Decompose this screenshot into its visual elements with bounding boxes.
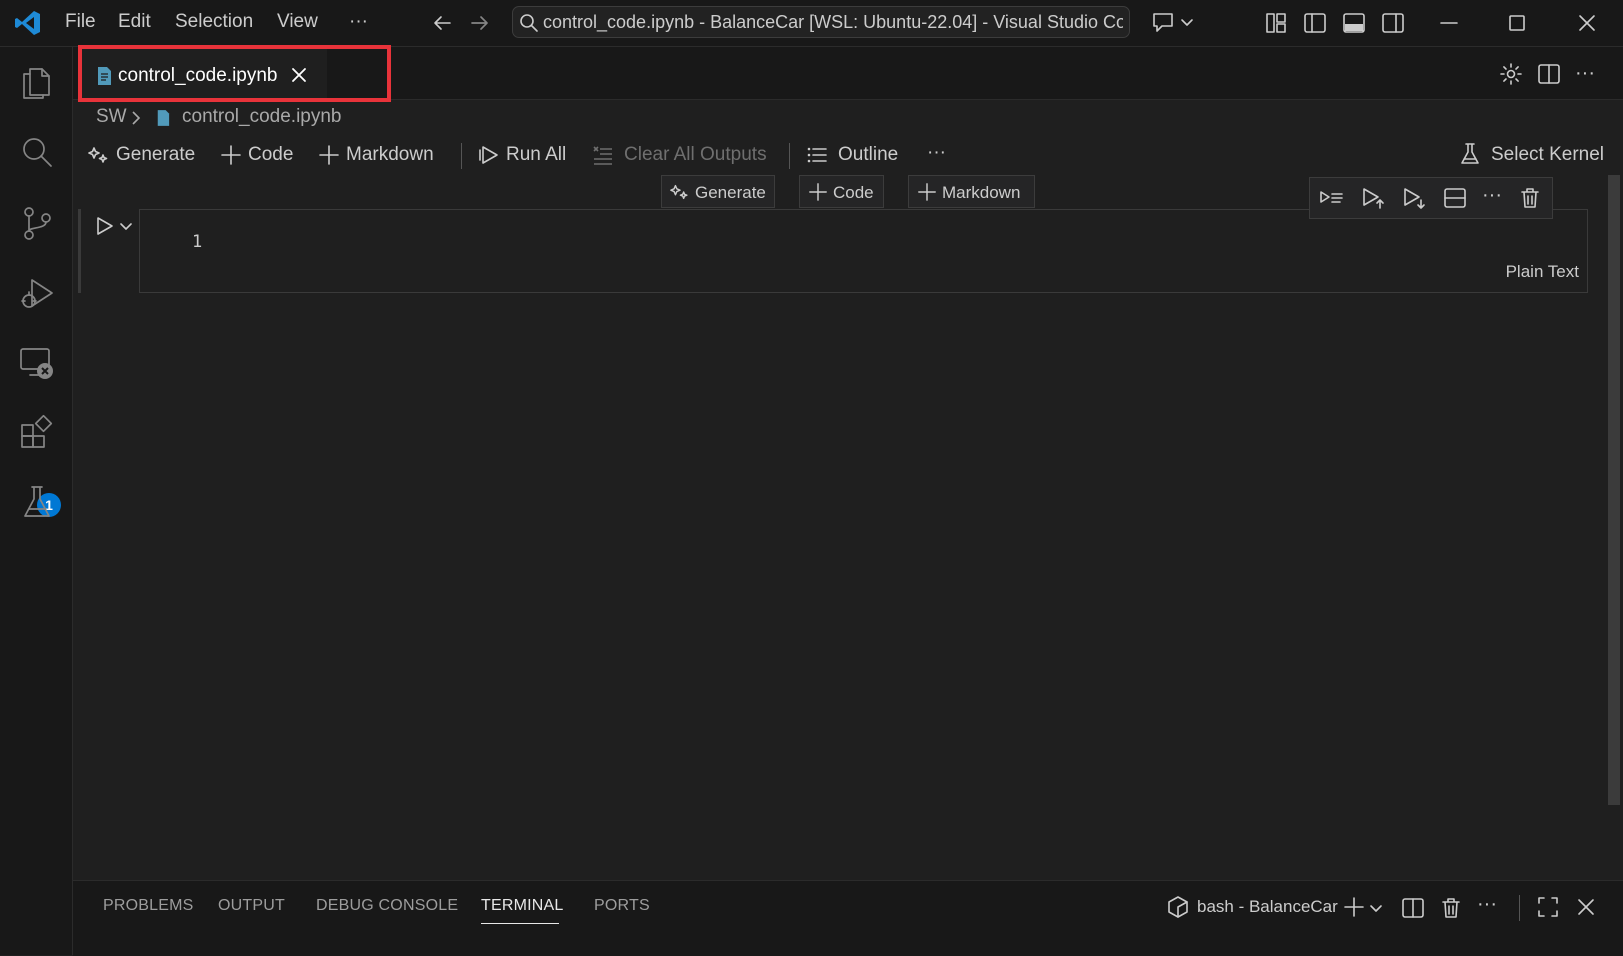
execute-below-icon[interactable] [1401, 186, 1427, 210]
cell-more-actions-icon[interactable]: ··· [1482, 184, 1502, 207]
plus-icon [809, 183, 827, 201]
toggle-secondary-sidebar-icon[interactable] [1381, 11, 1405, 35]
line-number: 1 [192, 232, 203, 252]
panel-more-actions-icon[interactable]: ··· [1477, 893, 1497, 916]
tab-problems[interactable]: PROBLEMS [103, 897, 194, 915]
insert-code-button[interactable]: Code [799, 175, 884, 208]
title-bar: File Edit Selection View ··· control_cod… [0, 0, 1623, 47]
maximize-icon[interactable] [1506, 12, 1528, 34]
split-cell-icon[interactable] [1442, 186, 1468, 210]
breadcrumb-file[interactable]: control_code.ipynb [182, 106, 342, 128]
insert-markdown-label: Markdown [942, 183, 1021, 202]
breadcrumb-folder[interactable]: SW [96, 106, 127, 128]
copilot-chat-icon[interactable] [1150, 10, 1198, 36]
remote-explorer-icon[interactable] [18, 345, 56, 383]
search-icon [519, 13, 539, 33]
bottom-panel: PROBLEMS OUTPUT DEBUG CONSOLE TERMINAL P… [73, 880, 1623, 956]
notebook-settings-gear-icon[interactable] [1499, 62, 1523, 86]
close-panel-icon[interactable] [1575, 896, 1597, 918]
run-all-label: Run All [506, 144, 567, 165]
menu-more[interactable]: ··· [349, 11, 368, 33]
testing-flask-icon[interactable] [18, 483, 56, 521]
new-terminal-plus-icon[interactable] [1343, 896, 1365, 918]
cell-focus-indicator [78, 209, 81, 293]
forward-arrow-icon[interactable] [468, 11, 492, 35]
panel-divider [1519, 895, 1520, 921]
insert-code-label: Code [833, 183, 874, 202]
tab-ports[interactable]: PORTS [594, 897, 650, 915]
menu-view[interactable]: View [277, 11, 318, 33]
menu-selection[interactable]: Selection [175, 11, 253, 33]
editor-scrollbar[interactable] [1608, 175, 1620, 805]
tab-debug-console[interactable]: DEBUG CONSOLE [316, 897, 458, 915]
sparkle-icon [670, 184, 688, 200]
cell-language-indicator[interactable]: Plain Text [1506, 262, 1579, 282]
split-editor-icon[interactable] [1537, 62, 1561, 86]
plus-icon [319, 145, 339, 165]
code-label: Code [248, 144, 294, 165]
execute-cell-play-icon[interactable] [92, 214, 116, 238]
toggle-panel-icon[interactable] [1342, 11, 1366, 35]
select-kernel-label: Select Kernel [1491, 144, 1605, 165]
kernel-flask-icon [1461, 143, 1479, 164]
execute-above-cells-icon[interactable] [1318, 186, 1344, 210]
toolbar-divider [461, 143, 462, 169]
generate-label: Generate [116, 144, 196, 165]
insert-generate-button[interactable]: Generate [661, 175, 775, 208]
maximize-panel-icon[interactable] [1537, 896, 1559, 918]
explorer-icon[interactable] [18, 63, 56, 101]
plus-icon [918, 183, 936, 201]
insert-generate-label: Generate [695, 183, 766, 202]
terminal-dropdown-chevron-icon[interactable] [1368, 900, 1384, 916]
markdown-label: Markdown [346, 144, 434, 165]
tab-output[interactable]: OUTPUT [218, 897, 285, 915]
execute-options-chevron-icon[interactable] [118, 218, 134, 234]
delete-cell-trash-icon[interactable] [1518, 186, 1542, 210]
terminal-instance-name[interactable]: bash - BalanceCar [1197, 897, 1338, 917]
terminal-profile-icon [1167, 895, 1189, 919]
editor-more-actions-icon[interactable]: ··· [1575, 62, 1595, 85]
execute-cell-and-below-icon[interactable] [1360, 186, 1386, 210]
breadcrumb-chevron-icon [129, 109, 143, 127]
kill-terminal-trash-icon[interactable] [1439, 896, 1463, 920]
run-and-debug-icon[interactable] [18, 275, 56, 313]
plus-icon [221, 145, 241, 165]
clear-outputs-icon [593, 146, 612, 165]
source-control-icon[interactable] [18, 204, 56, 242]
toolbar-divider [789, 143, 790, 169]
menu-file[interactable]: File [65, 11, 96, 33]
insert-markdown-button[interactable]: Markdown [908, 175, 1035, 208]
customize-layout-icon[interactable] [1264, 11, 1288, 35]
command-center[interactable]: control_code.ipynb - BalanceCar [WSL: Ub… [512, 6, 1130, 38]
code-cell-editor[interactable]: 1 Plain Text [139, 209, 1588, 293]
sparkle-icon [88, 147, 108, 163]
breadcrumb-notebook-icon [156, 109, 170, 127]
toolbar-more-button[interactable]: ··· [927, 142, 946, 164]
toggle-primary-sidebar-icon[interactable] [1303, 11, 1327, 35]
highlight-annotation-box [78, 45, 391, 102]
run-all-icon [479, 146, 498, 164]
command-center-text: control_code.ipynb - BalanceCar [WSL: Ub… [543, 12, 1123, 32]
list-outline-icon [807, 147, 827, 163]
active-tab-underline [481, 923, 559, 924]
cell-action-toolbar: ··· [1309, 177, 1553, 219]
close-window-icon[interactable] [1576, 12, 1598, 34]
split-terminal-icon[interactable] [1401, 896, 1425, 920]
menu-edit[interactable]: Edit [118, 11, 151, 33]
minimize-icon[interactable] [1438, 12, 1460, 34]
extensions-icon[interactable] [18, 414, 56, 452]
activity-bar: 1 [0, 47, 73, 955]
outline-label: Outline [838, 144, 899, 165]
search-view-icon[interactable] [18, 133, 56, 171]
tab-terminal[interactable]: TERMINAL [481, 897, 564, 915]
clear-all-outputs-label: Clear All Outputs [624, 144, 767, 165]
vscode-logo-icon [14, 9, 42, 37]
back-arrow-icon[interactable] [430, 11, 454, 35]
